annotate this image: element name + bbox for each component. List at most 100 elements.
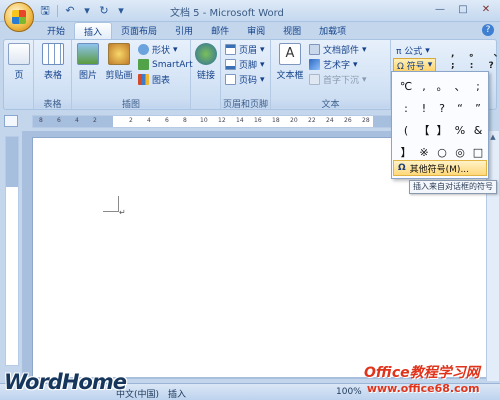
vertical-ruler[interactable]	[5, 136, 19, 366]
ruler-number: 24	[326, 117, 334, 124]
footer-icon	[225, 59, 236, 70]
footer-button[interactable]: 页脚 ▾	[225, 58, 265, 71]
ruler-number: 20	[290, 117, 298, 124]
group-links: 链接	[191, 40, 221, 109]
minimize-button[interactable]: —	[429, 2, 451, 18]
recent-symbols-row-1[interactable]: , 。 、	[451, 46, 500, 59]
ruler-number: 4	[75, 117, 79, 124]
quick-access-toolbar: 🖫 ↶ ▾ ↻ ▾	[38, 4, 128, 18]
chart-button[interactable]: 图表	[138, 73, 170, 86]
customize-toolbar-icon[interactable]: ▾	[114, 4, 128, 18]
equation-button[interactable]: π 公式 ▾	[396, 44, 430, 58]
save-icon[interactable]: 🖫	[38, 4, 52, 18]
links-button[interactable]: 链接	[194, 43, 218, 81]
textbox-button-label: 文本框	[276, 71, 304, 81]
footer-label: 页脚	[239, 61, 258, 71]
vruler-top-margin	[6, 137, 18, 187]
office-button[interactable]	[4, 2, 34, 32]
ruler-right-margin	[373, 116, 393, 127]
chart-label: 图表	[152, 76, 171, 86]
ruler-number: 6	[57, 117, 61, 124]
page-number-label: 页码	[239, 76, 258, 86]
tab-mailings[interactable]: 邮件	[202, 22, 238, 39]
status-insert-mode[interactable]: 插入	[168, 387, 186, 400]
ribbon-tabs: 开始 插入 页面布局 引用 邮件 审阅 视图 加载项	[38, 22, 355, 39]
group-label-tables: 表格	[34, 97, 71, 110]
pages-button-label: 页	[14, 71, 24, 81]
picture-icon	[77, 43, 99, 65]
group-illustrations: 图片 剪贴画 形状 ▾ SmartArt 图表 插图	[72, 40, 193, 110]
watermark-line-2: www.office68.com	[366, 382, 480, 395]
symbol-cell[interactable]: :	[397, 98, 415, 120]
quickparts-label: 文档部件	[323, 46, 360, 56]
redo-icon[interactable]: ↻	[97, 4, 111, 18]
header-button[interactable]: 页眉 ▾	[225, 43, 265, 56]
pages-button[interactable]: 页	[7, 43, 31, 81]
ruler-number: 6	[165, 117, 169, 124]
undo-icon[interactable]: ↶	[63, 4, 77, 18]
symbol-cell[interactable]: !	[415, 98, 433, 120]
symbol-cell[interactable]: 】	[433, 120, 451, 142]
group-label-text: 文本	[271, 97, 390, 110]
symbol-cell[interactable]: ℃	[397, 76, 415, 98]
symbol-cell[interactable]: 、	[451, 76, 469, 98]
ruler-number: 14	[236, 117, 244, 124]
tab-review[interactable]: 审阅	[238, 22, 274, 39]
undo-dropdown-icon[interactable]: ▾	[80, 4, 94, 18]
tab-home[interactable]: 开始	[38, 22, 74, 39]
symbol-cell[interactable]: “	[451, 98, 469, 120]
picture-button-label: 图片	[78, 71, 97, 81]
dropcap-button[interactable]: 首字下沉 ▾	[309, 73, 367, 86]
quickparts-button[interactable]: 文档部件 ▾	[309, 43, 367, 56]
ruler-number: 2	[129, 117, 133, 124]
tab-insert[interactable]: 插入	[74, 22, 113, 39]
symbol-cell[interactable]: 【	[415, 120, 433, 142]
group-text: A 文本框 文档部件 ▾ 艺术字 ▾ 首字下沉 ▾ 文本	[271, 40, 391, 110]
table-button-label: 表格	[43, 71, 62, 81]
maximize-button[interactable]: □	[452, 2, 474, 18]
ruler-number: 16	[254, 117, 262, 124]
ruler-left-margin	[33, 116, 113, 127]
tab-references[interactable]: 引用	[166, 22, 202, 39]
status-zoom[interactable]: 100%	[336, 387, 362, 397]
more-symbols-menu-item[interactable]: Ω 其他符号(M)...	[393, 160, 487, 176]
horizontal-ruler[interactable]: 8 6 4 2 2 4 6 8 10 12 14 16 18 20 22 24 …	[32, 115, 394, 128]
shapes-button[interactable]: 形状 ▾	[138, 43, 178, 56]
symbol-cell[interactable]: ?	[433, 98, 451, 120]
symbol-cell[interactable]: ,	[415, 76, 433, 98]
symbol-cell[interactable]: ;	[469, 76, 487, 98]
help-icon[interactable]: ?	[482, 24, 494, 36]
table-button[interactable]: 表格	[40, 43, 66, 81]
pages-icon	[8, 43, 30, 65]
tab-addins[interactable]: 加载项	[310, 22, 355, 39]
tab-view[interactable]: 视图	[274, 22, 310, 39]
symbol-cell[interactable]: 。	[433, 76, 451, 98]
quickparts-icon	[309, 44, 320, 55]
textbox-button[interactable]: A 文本框	[275, 43, 305, 81]
paragraph-mark: ↵	[119, 208, 126, 217]
dropcap-icon	[309, 74, 320, 85]
wordart-icon	[309, 59, 320, 70]
picture-button[interactable]: 图片	[76, 43, 100, 81]
symbol-cell[interactable]: ”	[469, 98, 487, 120]
ruler-number: 10	[200, 117, 208, 124]
tooltip: 插入来自对话框的符号	[409, 180, 497, 194]
symbol-button[interactable]: Ω 符号 ▾	[393, 58, 437, 72]
symbol-grid: ℃ , 。 、 ; : ! ? “ ” ( 【 】 % & 】 ※ ○ ◎ □	[397, 76, 487, 164]
symbol-dropdown: ℃ , 。 、 ; : ! ? “ ” ( 【 】 % & 】 ※ ○ ◎ □ …	[391, 71, 489, 179]
tab-page-layout[interactable]: 页面布局	[112, 22, 166, 39]
window-controls: — □ ✕	[429, 2, 497, 18]
office68-watermark: Office教程学习网 www.office68.com	[364, 362, 480, 395]
page-number-button[interactable]: 页码 ▾	[225, 73, 265, 86]
header-label: 页眉	[239, 46, 258, 56]
office-logo-icon	[12, 10, 26, 24]
wordart-button[interactable]: 艺术字 ▾	[309, 58, 358, 71]
tab-selector[interactable]	[4, 115, 18, 127]
clipart-button[interactable]: 剪贴画	[104, 43, 134, 81]
symbol-cell[interactable]: %	[451, 120, 469, 142]
symbol-cell[interactable]: (	[397, 120, 415, 142]
symbol-cell[interactable]: &	[469, 120, 487, 142]
close-button[interactable]: ✕	[475, 2, 497, 18]
clipart-button-label: 剪贴画	[105, 71, 133, 81]
smartart-button[interactable]: SmartArt	[138, 58, 193, 71]
